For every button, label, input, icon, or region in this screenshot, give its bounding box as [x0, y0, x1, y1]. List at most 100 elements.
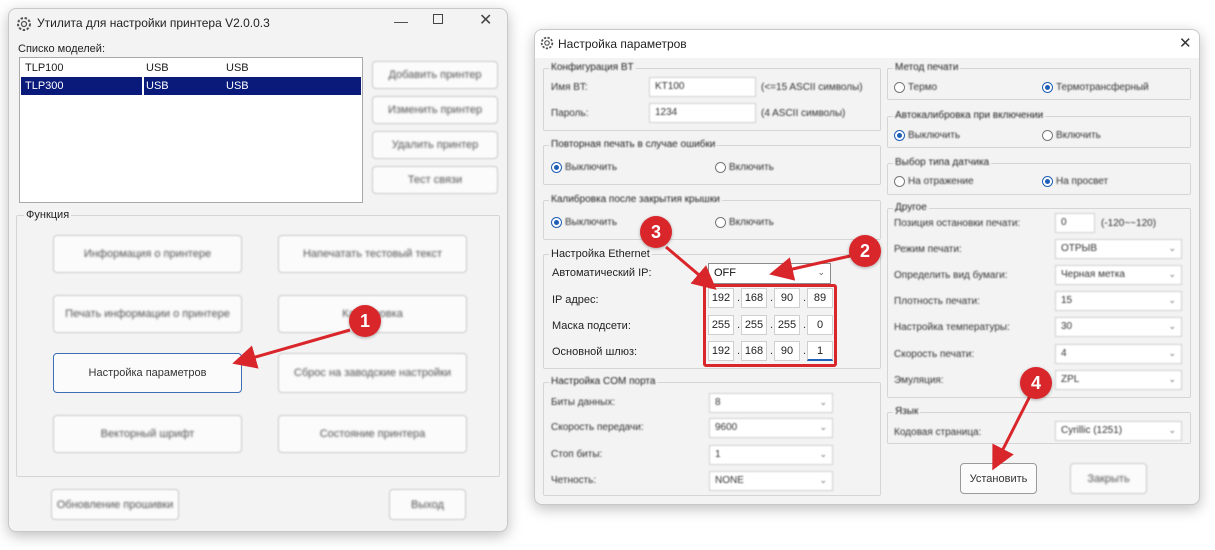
main-window: Утилита для настройки принтера V2.0.0.3 …: [8, 8, 508, 532]
add-printer-button[interactable]: Добавить принтер: [372, 61, 498, 89]
other-label: Другое: [893, 202, 929, 213]
parameter-settings-button[interactable]: Настройка параметров: [53, 353, 242, 393]
auto-ip-select[interactable]: OFF ⌄: [708, 263, 831, 284]
bt-name-label: Имя BT:: [551, 82, 588, 93]
chevron-down-icon: ⌄: [817, 267, 825, 277]
auto-calib-off-label: Выключить: [908, 130, 961, 141]
auto-calib-on-label: Включить: [1056, 130, 1101, 141]
calib-cover-on-label: Включить: [729, 217, 774, 228]
dialog-title: Настройка параметров: [558, 37, 687, 51]
sensor-reflect-radio[interactable]: [894, 176, 905, 187]
calib-cover-off-label: Выключить: [565, 217, 618, 228]
stop-offset-label: Позиция остановки печати:: [894, 218, 1021, 229]
maximize-icon[interactable]: [433, 14, 443, 24]
ethernet-highlight-box: [703, 284, 837, 367]
language-label: Язык: [893, 406, 921, 417]
auto-calib-label: Автокалибровка при включении: [893, 110, 1046, 121]
annotation-badge-4: 4: [1020, 367, 1052, 399]
vector-font-button[interactable]: Векторный шрифт: [53, 415, 242, 453]
model-name: TLP300: [25, 80, 64, 92]
delete-printer-button[interactable]: Удалить принтер: [372, 131, 498, 159]
model-port: USB: [146, 80, 169, 92]
bt-pass-field[interactable]: 1234: [649, 103, 756, 123]
settings-dialog: Настройка параметров ✕ Конфигурация BT И…: [534, 29, 1200, 505]
paper-type-select[interactable]: Черная метка ⌄: [1055, 265, 1182, 285]
printer-status-button[interactable]: Состояние принтера: [278, 415, 467, 453]
stop-offset-hint: (-120~~120): [1101, 218, 1157, 229]
list-item-selected[interactable]: TLP300 USB USB: [21, 77, 361, 95]
sensor-transmit-radio[interactable]: [1042, 176, 1053, 187]
main-titlebar: Утилита для настройки принтера V2.0.0.3 …: [9, 9, 507, 43]
stop-offset-field[interactable]: 0: [1055, 213, 1095, 233]
chevron-down-icon: ⌄: [1168, 295, 1176, 305]
chevron-down-icon: ⌄: [1168, 374, 1176, 384]
print-method-transfer-label: Термотрансферный: [1056, 82, 1149, 93]
bt-name-hint: (<=15 ASCII символы): [761, 82, 863, 93]
density-select[interactable]: 15 ⌄: [1055, 291, 1182, 311]
bt-name-field[interactable]: KT100: [649, 77, 756, 97]
reprint-off-radio[interactable]: [551, 162, 562, 173]
annotation-badge-1: 1: [349, 305, 381, 337]
print-test-text-button[interactable]: Напечатать тестовый текст: [278, 235, 467, 273]
bt-pass-hint: (4 ASCII символы): [761, 108, 846, 119]
subnet-mask-label: Маска подсети:: [552, 320, 631, 332]
chevron-down-icon: ⌄: [819, 449, 827, 459]
com-port-label: Настройка COM порта: [549, 376, 658, 387]
select-value: Cyrillic (1251): [1061, 425, 1123, 436]
calib-cover-off-radio[interactable]: [551, 217, 562, 228]
ethernet-label: Настройка Ethernet: [549, 248, 652, 260]
auto-calib-on-radio[interactable]: [1042, 130, 1053, 141]
select-value: 9600: [715, 422, 738, 433]
print-speed-select[interactable]: 4 ⌄: [1055, 344, 1182, 364]
emulation-select[interactable]: ZPL ⌄: [1055, 370, 1182, 390]
minimize-icon[interactable]: —: [394, 13, 408, 29]
select-value: ОТРЫВ: [1061, 243, 1098, 254]
auto-calib-off-radio[interactable]: [894, 130, 905, 141]
chevron-down-icon: ⌄: [1168, 269, 1176, 279]
select-value: NONE: [715, 475, 744, 486]
bt-config-label: Конфигурация BT: [549, 62, 636, 73]
print-printer-info-button[interactable]: Печать информации о принтере: [53, 295, 242, 333]
com-parity-label: Четность:: [551, 475, 597, 486]
firmware-update-button[interactable]: Обновление прошивки: [51, 489, 179, 520]
code-page-label: Кодовая страница:: [894, 427, 982, 438]
printer-info-button[interactable]: Информация о принтере: [53, 235, 242, 273]
print-speed-label: Скорость печати:: [894, 349, 975, 360]
apply-button[interactable]: Установить: [960, 463, 1037, 494]
temperature-select[interactable]: 30 ⌄: [1055, 317, 1182, 337]
edit-printer-button[interactable]: Изменить принтер: [372, 96, 498, 124]
select-value: 1: [715, 449, 721, 460]
models-list-label: Списко моделей:: [18, 43, 106, 55]
chevron-down-icon: ⌄: [1168, 425, 1176, 435]
list-item[interactable]: TLP100 USB USB: [21, 59, 361, 77]
print-mode-label: Режим печати:: [894, 244, 962, 255]
print-method-transfer-radio[interactable]: [1042, 82, 1053, 93]
chevron-down-icon: ⌄: [819, 475, 827, 485]
close-button[interactable]: Закрыть: [1070, 463, 1147, 494]
select-value: 30: [1061, 321, 1073, 332]
exit-button[interactable]: Выход: [389, 489, 466, 520]
dialog-titlebar: Настройка параметров ✕: [535, 30, 1199, 58]
select-value: 15: [1061, 295, 1073, 306]
models-list[interactable]: TLP100 USB USB TLP300 USB USB: [19, 57, 363, 203]
annotation-badge-3: 3: [640, 216, 672, 248]
com-stop-bits-label: Стоп биты:: [551, 449, 603, 460]
factory-reset-button[interactable]: Сброс на заводские настройки: [278, 353, 467, 393]
test-connection-button[interactable]: Тест связи: [372, 166, 498, 194]
print-mode-select[interactable]: ОТРЫВ ⌄: [1055, 239, 1182, 259]
chevron-down-icon: ⌄: [1168, 321, 1176, 331]
density-label: Плотность печати:: [894, 296, 980, 307]
com-stop-bits-select[interactable]: 1 ⌄: [709, 445, 833, 465]
close-icon[interactable]: ✕: [479, 10, 492, 30]
com-data-bits-select[interactable]: 8 ⌄: [709, 393, 833, 413]
com-parity-select[interactable]: NONE ⌄: [709, 471, 833, 491]
model-port: USB: [146, 62, 169, 74]
com-baud-select[interactable]: 9600 ⌄: [709, 418, 833, 438]
model-name: TLP100: [25, 62, 64, 74]
auto-ip-value: OFF: [714, 267, 736, 279]
code-page-select[interactable]: Cyrillic (1251) ⌄: [1055, 421, 1182, 441]
reprint-on-radio[interactable]: [715, 162, 726, 173]
calib-cover-on-radio[interactable]: [715, 217, 726, 228]
print-method-thermal-radio[interactable]: [894, 82, 905, 93]
dialog-close-icon[interactable]: ✕: [1179, 34, 1192, 52]
